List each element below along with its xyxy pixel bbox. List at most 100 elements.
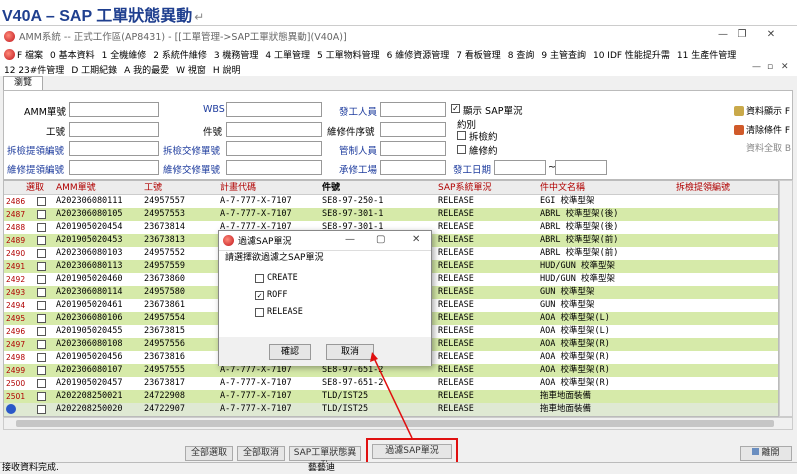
- amm-no-input[interactable]: [69, 102, 159, 117]
- row-select-checkbox[interactable]: [37, 249, 46, 258]
- repair-seq-input[interactable]: [380, 122, 446, 137]
- menu-full-aircraft[interactable]: 1 全機維修: [102, 48, 147, 61]
- controller-input[interactable]: [380, 141, 446, 156]
- dialog-minimize-icon[interactable]: —: [345, 234, 355, 245]
- row-select-checkbox[interactable]: [37, 210, 46, 219]
- col-part-no[interactable]: 件號: [322, 181, 340, 195]
- menu-23-parts[interactable]: 12 23#件管理: [4, 63, 64, 76]
- item-no-input[interactable]: [226, 122, 322, 137]
- exit-label: 離開: [761, 448, 780, 458]
- show-sap-checkbox[interactable]: ✓: [451, 104, 460, 113]
- wbs-input[interactable]: [226, 102, 322, 117]
- col-sap-status[interactable]: SAP系統單況: [438, 181, 491, 195]
- menu-work-order-mgmt[interactable]: 4 工單管理: [265, 48, 310, 61]
- menu-work-period[interactable]: D 工期紀錄: [71, 63, 117, 76]
- table-row[interactable]: 2501 A202208250021 24722908 A-7-777-X-7107 T…: [4, 390, 778, 403]
- cell-plan-code: A-7-777-X-7107: [220, 391, 292, 401]
- mdi-minimize-icon[interactable]: —: [752, 62, 761, 72]
- col-chinese-name[interactable]: 件中文名稱: [540, 181, 585, 195]
- table-row[interactable]: 2487 A202306080105 24957553 A-7-777-X-7107 S…: [4, 208, 778, 221]
- workshop-input[interactable]: [380, 160, 446, 175]
- sap-status-change-button[interactable]: SAP工單狀態異動: [289, 446, 361, 471]
- exit-button[interactable]: 離開: [740, 446, 792, 461]
- select-all-button[interactable]: 全部選取: [185, 446, 233, 461]
- menu-basic-data[interactable]: 0 基本資料: [50, 48, 95, 61]
- col-select[interactable]: 選取: [26, 181, 44, 195]
- row-select-checkbox[interactable]: [37, 197, 46, 206]
- row-select-checkbox[interactable]: [37, 366, 46, 375]
- row-select-checkbox[interactable]: [37, 288, 46, 297]
- repair-no-input[interactable]: [69, 160, 159, 175]
- close-icon[interactable]: ✕: [764, 29, 778, 40]
- col-plan-code[interactable]: 計畫代碼: [220, 181, 256, 195]
- clear-conditions-button[interactable]: 清除條件 F: [734, 121, 792, 138]
- row-select-checkbox[interactable]: [37, 327, 46, 336]
- menu-wo-material[interactable]: 5 工單物料管理: [317, 48, 380, 61]
- menu-idf[interactable]: 10 IDF 性能提升需: [593, 48, 670, 61]
- col-work-no[interactable]: 工號: [144, 181, 162, 195]
- row-select-checkbox[interactable]: [37, 340, 46, 349]
- disassembly-no-input[interactable]: [69, 141, 159, 156]
- clear-icon: [734, 124, 744, 135]
- work-no-input[interactable]: [69, 122, 159, 137]
- maximize-icon[interactable]: ❐: [735, 29, 749, 40]
- col-disassembly-no[interactable]: 拆檢提領編號: [676, 181, 730, 195]
- disassembly-slip-input[interactable]: [226, 141, 322, 156]
- menu-maintenance-mgmt[interactable]: 3 機務管理: [214, 48, 259, 61]
- menu-system-parts[interactable]: 2 系統件維修: [153, 48, 207, 61]
- label-repair-slip: 維修交修單號: [163, 165, 221, 176]
- dialog-close-icon[interactable]: ✕: [412, 234, 420, 245]
- menu-manager-query[interactable]: 9 主管查詢: [541, 48, 586, 61]
- dialog-cancel-button[interactable]: 取消: [326, 344, 374, 360]
- issuer-input[interactable]: [380, 102, 446, 117]
- mdi-restore-icon[interactable]: ▫: [767, 62, 773, 72]
- table-row[interactable]: 2486 A202306080111 24957557 A-7-777-X-7107 S…: [4, 195, 778, 208]
- row-select-checkbox[interactable]: [37, 301, 46, 310]
- row-select-checkbox[interactable]: [37, 236, 46, 245]
- roff-checkbox[interactable]: ✓: [255, 290, 264, 300]
- release-checkbox[interactable]: [255, 307, 264, 317]
- fetch-all-button[interactable]: 資料全取 B: [734, 139, 792, 156]
- cell-work-no: 23673815: [144, 326, 185, 336]
- horizontal-scrollbar[interactable]: [3, 417, 793, 430]
- minimize-icon[interactable]: —: [716, 29, 730, 40]
- repair-approx-checkbox[interactable]: [457, 145, 466, 154]
- table-row[interactable]: A202208250020 24722907 A-7-777-X-7107 TLD/I…: [4, 403, 778, 416]
- menu-production-parts[interactable]: 11 生產件管理: [677, 48, 736, 61]
- menu-favorites[interactable]: A 我的最愛: [124, 63, 169, 76]
- row-select-checkbox[interactable]: [37, 353, 46, 362]
- issue-date-to-input[interactable]: [555, 160, 607, 175]
- row-select-checkbox[interactable]: [37, 405, 46, 414]
- option-create[interactable]: CREATE: [255, 273, 298, 283]
- dialog-maximize-icon[interactable]: ▢: [376, 234, 385, 245]
- horizontal-scroll-thumb[interactable]: [16, 420, 774, 427]
- menu-kanban[interactable]: 7 看板管理: [456, 48, 501, 61]
- row-select-checkbox[interactable]: [37, 223, 46, 232]
- mdi-close-icon[interactable]: ✕: [781, 62, 789, 72]
- tab-browse[interactable]: 瀏覽: [3, 76, 43, 90]
- row-select-checkbox[interactable]: [37, 379, 46, 388]
- dialog-ok-button[interactable]: 確認: [269, 344, 311, 360]
- menu-window[interactable]: W 視窗: [176, 63, 206, 76]
- cell-sap-status: RELEASE: [438, 313, 474, 323]
- app-menu-icon[interactable]: [4, 48, 15, 60]
- menu-query[interactable]: 8 查詢: [508, 48, 535, 61]
- repair-slip-input[interactable]: [226, 160, 322, 175]
- display-data-button[interactable]: 資料顯示 F: [734, 102, 792, 119]
- row-select-checkbox[interactable]: [37, 275, 46, 284]
- col-amm-no[interactable]: AMM單號: [56, 181, 96, 195]
- issue-date-from-input[interactable]: [494, 160, 546, 175]
- menu-resource-mgmt[interactable]: 6 維修資源管理: [387, 48, 450, 61]
- create-checkbox[interactable]: [255, 273, 264, 283]
- menu-file[interactable]: F 檔案: [17, 48, 43, 61]
- row-select-checkbox[interactable]: [37, 392, 46, 401]
- menu-help[interactable]: H 說明: [213, 63, 241, 76]
- option-release[interactable]: RELEASE: [255, 307, 303, 317]
- row-select-checkbox[interactable]: [37, 262, 46, 271]
- table-row[interactable]: 2500 A201905020457 23673817 A-7-777-X-7107 S…: [4, 377, 778, 390]
- row-select-checkbox[interactable]: [37, 314, 46, 323]
- option-roff[interactable]: ✓ ROFF: [255, 290, 287, 300]
- vertical-scrollbar[interactable]: [779, 180, 793, 417]
- deselect-all-button[interactable]: 全部取消: [237, 446, 285, 461]
- disassembly-approx-checkbox[interactable]: [457, 131, 466, 140]
